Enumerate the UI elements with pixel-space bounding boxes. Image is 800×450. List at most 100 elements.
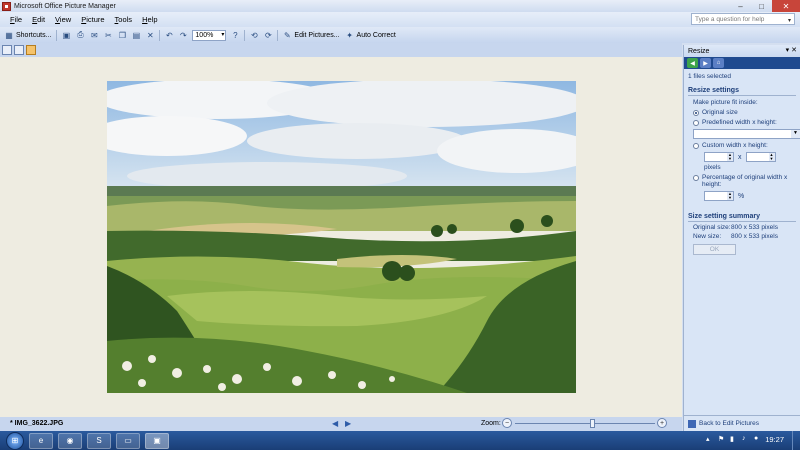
menu-file[interactable]: File xyxy=(10,15,22,24)
pane-close-icon[interactable]: ✕ xyxy=(791,47,797,54)
thumbnail-view-button[interactable] xyxy=(2,45,12,55)
auto-correct-button[interactable]: Auto Correct xyxy=(357,32,396,39)
original-size-value: 800 x 533 pixels xyxy=(731,224,778,231)
shortcuts-button[interactable]: Shortcuts... xyxy=(16,32,51,39)
cut-icon[interactable]: ✂ xyxy=(103,30,113,40)
window-title: Microsoft Office Picture Manager xyxy=(14,2,116,10)
rotate-right-icon[interactable]: ⟳ xyxy=(263,30,273,40)
chrome-taskbar-icon[interactable]: ◉ xyxy=(58,432,82,449)
predefined-size-select[interactable]: ▼ xyxy=(693,129,800,139)
status-bar: * IMG_3622.JPG ◀ ▶ Zoom: − + xyxy=(0,417,682,431)
email-icon[interactable]: ✉ xyxy=(89,30,99,40)
ie-taskbar-icon[interactable]: e xyxy=(29,432,53,449)
title-bar: Microsoft Office Picture Manager – □ ✕ xyxy=(0,0,800,12)
next-picture-icon[interactable]: ▶ xyxy=(345,419,351,428)
landscape-photo-graphic xyxy=(107,81,576,393)
menu-edit[interactable]: Edit xyxy=(32,15,45,24)
radio-original-size[interactable] xyxy=(693,110,699,116)
back-arrow-icon[interactable]: ◀ xyxy=(687,58,698,68)
spinner-arrows-icon[interactable]: ▲ ▼ xyxy=(727,153,733,161)
single-picture-view-button[interactable] xyxy=(26,45,36,55)
filmstrip-view-button[interactable] xyxy=(14,45,24,55)
option-percentage-label: Percentage of original width x height: xyxy=(702,174,788,188)
undo-icon[interactable]: ↶ xyxy=(164,30,174,40)
zoom-slider-track[interactable] xyxy=(515,423,655,424)
windows-taskbar: ⊞ e ◉ S ▭ ▣ ▴ ⚑ ▮ ♪ ● 19:27 xyxy=(0,431,800,450)
radio-predefined[interactable] xyxy=(693,120,699,126)
picture-manager-taskbar-icon[interactable]: ▣ xyxy=(145,432,169,449)
rotate-left-icon[interactable]: ⟲ xyxy=(249,30,259,40)
menu-bar: File Edit View Picture Tools Help Type a… xyxy=(0,12,800,27)
files-selected-text: 1 files selected xyxy=(688,73,731,80)
spinner-arrows-icon[interactable]: ▲ ▼ xyxy=(727,192,733,200)
edit-pictures-button[interactable]: Edit Pictures... xyxy=(294,32,339,39)
custom-height-input[interactable]: ▲ ▼ xyxy=(745,152,776,162)
task-pane-body: 1 files selected Resize settings Make pi… xyxy=(684,69,800,255)
radio-custom[interactable] xyxy=(693,143,699,149)
toolbar-separator xyxy=(244,29,246,41)
redo-icon[interactable]: ↷ xyxy=(178,30,188,40)
help-search-input[interactable]: Type a question for help ▾ xyxy=(691,13,795,25)
home-icon[interactable]: ⌂ xyxy=(713,58,724,68)
option-original-size[interactable]: Original size xyxy=(688,109,796,116)
radio-percentage[interactable] xyxy=(693,175,699,181)
option-predefined[interactable]: Predefined width x height: xyxy=(688,119,796,126)
edit-pictures-icon[interactable]: ✎ xyxy=(282,30,292,40)
custom-width-input[interactable]: ▲ ▼ xyxy=(704,152,734,162)
new-size-key: New size: xyxy=(693,233,722,240)
forward-arrow-icon[interactable]: ▶ xyxy=(700,58,711,68)
menu-help[interactable]: Help xyxy=(142,15,157,24)
back-to-edit-icon[interactable] xyxy=(688,419,696,428)
spinner-arrows-icon[interactable]: ▲ ▼ xyxy=(768,153,775,161)
chevron-down-icon: ▾ xyxy=(221,31,225,38)
close-button[interactable]: ✕ xyxy=(772,0,800,12)
option-percentage[interactable]: Percentage of original width x height: xyxy=(688,174,796,188)
minimize-button[interactable]: – xyxy=(730,0,751,12)
paste-icon[interactable]: ▤ xyxy=(131,30,141,40)
zoom-select[interactable]: 100% ▾ xyxy=(192,29,227,41)
percentage-input[interactable]: ▲ ▼ xyxy=(704,191,734,201)
landscape-photo[interactable] xyxy=(107,81,576,393)
help-search-placeholder: Type a question for help xyxy=(695,16,765,23)
maximize-button[interactable]: □ xyxy=(751,0,772,12)
start-button[interactable]: ⊞ xyxy=(6,431,24,450)
previous-picture-icon[interactable]: ◀ xyxy=(332,419,338,428)
original-size-row: Original size: 800 x 533 pixels xyxy=(688,224,796,231)
new-size-row: New size: 800 x 533 pixels xyxy=(688,233,796,240)
percent-unit-label: % xyxy=(738,192,745,200)
show-desktop-button[interactable] xyxy=(792,431,800,450)
network-icon[interactable]: ▮ xyxy=(730,435,738,443)
language-icon[interactable]: ● xyxy=(754,435,762,443)
task-pane-nav: ◀ ▶ ⌂ xyxy=(684,57,800,69)
explorer-taskbar-icon[interactable]: ▭ xyxy=(116,432,140,449)
ok-button[interactable]: OK xyxy=(693,244,736,255)
task-pane-title: Resize xyxy=(688,47,710,55)
picture-manager-icon xyxy=(2,1,11,11)
chevron-down-icon[interactable]: ▾ xyxy=(788,17,794,24)
zoom-value: 100% xyxy=(195,31,214,39)
flag-icon[interactable]: ⚑ xyxy=(718,435,726,443)
help-icon[interactable]: ? xyxy=(230,30,240,40)
zoom-slider-thumb[interactable] xyxy=(590,419,595,428)
zoom-in-icon[interactable]: + xyxy=(657,418,667,428)
print-icon[interactable]: ⎙ xyxy=(75,30,85,40)
times-label: x xyxy=(738,153,742,161)
auto-correct-icon[interactable]: ✦ xyxy=(345,30,355,40)
option-custom[interactable]: Custom width x height: xyxy=(688,142,796,149)
menu-picture[interactable]: Picture xyxy=(81,15,104,24)
zoom-out-icon[interactable]: − xyxy=(502,418,512,428)
size-summary-heading: Size setting summary xyxy=(688,213,796,222)
save-icon[interactable]: ▣ xyxy=(61,30,71,40)
show-hidden-icons-icon[interactable]: ▴ xyxy=(706,435,714,443)
original-size-key: Original size: xyxy=(693,224,731,231)
volume-icon[interactable]: ♪ xyxy=(742,435,750,443)
pane-dropdown-icon[interactable]: ▾ xyxy=(786,47,790,54)
copy-icon[interactable]: ❐ xyxy=(117,30,127,40)
delete-icon[interactable]: ✕ xyxy=(145,30,155,40)
standard-toolbar: ▦ Shortcuts... ▣ ⎙ ✉ ✂ ❐ ▤ ✕ ↶ ↷ 100% ▾ … xyxy=(0,27,800,43)
back-to-edit-pictures-link[interactable]: Back to Edit Pictures xyxy=(699,420,759,427)
shortcuts-icon[interactable]: ▦ xyxy=(4,30,14,40)
menu-view[interactable]: View xyxy=(55,15,71,24)
skype-taskbar-icon[interactable]: S xyxy=(87,432,111,449)
menu-tools[interactable]: Tools xyxy=(115,15,133,24)
